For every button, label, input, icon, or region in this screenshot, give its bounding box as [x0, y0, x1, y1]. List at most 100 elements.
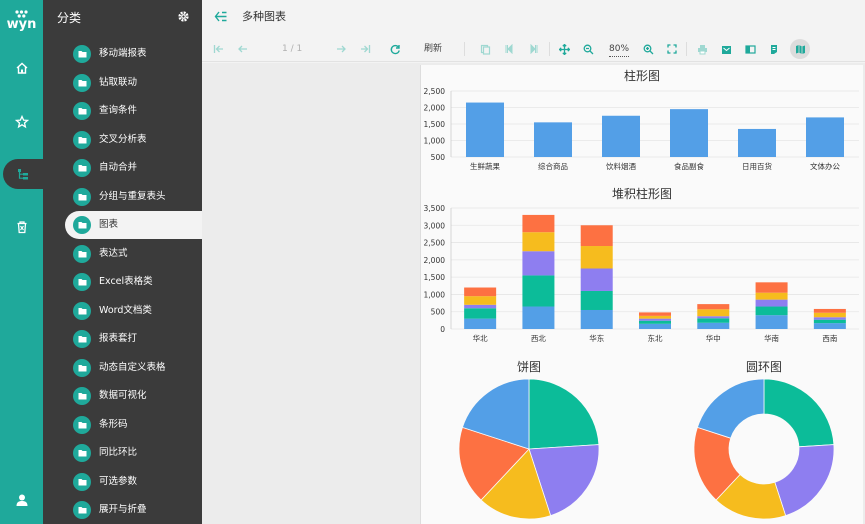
star-icon	[14, 115, 29, 129]
category-label: Excel表格类	[99, 276, 153, 287]
app-rail: wyn	[0, 0, 43, 524]
stacked-chart-y-tick: 1,500	[424, 273, 446, 282]
stacked-chart-segment	[755, 299, 788, 307]
category-item[interactable]: 分组与重复表头	[43, 183, 202, 211]
category-item[interactable]: 表达式	[43, 240, 202, 268]
toolbar-divider	[686, 42, 687, 56]
map-icon	[795, 44, 805, 54]
folder-icon	[73, 358, 91, 377]
category-label: 数据可视化	[99, 390, 147, 401]
category-label: 同比环比	[99, 447, 138, 458]
zoom-in-button[interactable]	[640, 41, 656, 57]
category-item[interactable]: 条形码	[43, 411, 202, 439]
folder-icon	[73, 415, 91, 434]
rail-favorites[interactable]	[0, 107, 43, 137]
category-item[interactable]: 查询条件	[43, 97, 202, 125]
copy-button[interactable]	[477, 41, 493, 57]
document-map-button[interactable]	[766, 41, 782, 57]
category-label: 报表套打	[99, 333, 138, 344]
gear-icon[interactable]	[177, 10, 190, 23]
category-item[interactable]: 移动端报表	[43, 40, 202, 68]
stacked-chart-segment	[697, 322, 730, 329]
stacked-chart-segment	[697, 318, 730, 323]
prev-page-button[interactable]	[234, 41, 250, 57]
category-tree-icon	[18, 169, 28, 180]
last-page-button[interactable]	[357, 41, 373, 57]
stacked-chart-segment	[813, 312, 846, 318]
fullscreen-button[interactable]	[664, 41, 680, 57]
category-item[interactable]: Excel表格类	[43, 268, 202, 296]
category-item[interactable]: 数据可视化	[43, 382, 202, 410]
bar-chart-x-tick: 饮料烟酒	[606, 161, 636, 171]
category-item[interactable]: 报表套打	[43, 325, 202, 353]
category-label: 可选参数	[99, 475, 138, 487]
refresh-icon-button[interactable]	[387, 41, 403, 57]
step-forward-button[interactable]	[525, 41, 541, 57]
stacked-chart-segment	[755, 282, 788, 293]
stacked-chart-segment	[522, 306, 555, 329]
bar-chart-y-tick: 2,000	[424, 104, 446, 113]
pie-chart-title: 饼图	[517, 360, 541, 374]
rail-home[interactable]	[0, 53, 43, 83]
stacked-chart-x-tick: 西北	[531, 334, 546, 343]
stacked-chart-y-tick: 500	[431, 308, 446, 317]
toolbar-divider	[549, 42, 550, 56]
category-label: 图表	[99, 219, 119, 230]
wyn-logo[interactable]: wyn	[5, 8, 38, 34]
zoom-out-button[interactable]	[580, 41, 596, 57]
stacked-chart-segment	[464, 304, 497, 309]
folder-icon	[73, 45, 91, 63]
category-item[interactable]: 钻取联动	[43, 69, 202, 97]
category-item[interactable]: 展开与折叠	[43, 496, 202, 524]
bar-chart-bar	[534, 122, 572, 157]
category-item[interactable]: 同比环比	[43, 439, 202, 467]
category-label: 表达式	[99, 247, 128, 259]
side-panel-button[interactable]	[742, 41, 758, 57]
pan-button[interactable]	[556, 41, 572, 57]
stacked-chart-y-tick: 1,000	[424, 290, 446, 299]
bar-chart-bar	[806, 117, 844, 157]
stacked-chart-segment	[697, 316, 730, 319]
zoom-level[interactable]: 80%	[609, 42, 630, 57]
collapse-panel-icon[interactable]	[214, 10, 228, 23]
move-icon	[558, 43, 570, 55]
export-button[interactable]	[718, 41, 734, 57]
bar-chart-bar	[602, 115, 640, 157]
parameters-button[interactable]	[790, 39, 810, 59]
folder-icon	[73, 102, 91, 120]
stacked-chart-segment	[464, 296, 497, 305]
category-label: 展开与折叠	[99, 504, 147, 515]
charts-canvas: 柱形图 500 1,000 1,500 2,000 2,500 生鲜蔬果 综合商品 饮料烟酒 食品…	[424, 68, 859, 520]
home-icon	[16, 62, 27, 74]
category-label: 查询条件	[99, 105, 138, 116]
stacked-chart-segment	[522, 251, 555, 276]
category-item[interactable]: 图表	[65, 211, 202, 239]
rail-categories[interactable]	[3, 159, 43, 189]
rail-recycle-bin[interactable]	[0, 212, 43, 242]
bar-chart-y-tick: 2,500	[424, 87, 446, 96]
first-page-button[interactable]	[210, 41, 226, 57]
category-item[interactable]: 可选参数	[43, 468, 202, 496]
stacked-chart-segment	[522, 214, 555, 233]
print-button[interactable]	[694, 41, 710, 57]
refresh-button[interactable]: 刷新	[424, 36, 442, 62]
stacked-chart-segment	[755, 292, 788, 300]
category-item[interactable]: 自动合并	[43, 154, 202, 182]
category-label: 交叉分析表	[99, 133, 147, 145]
folder-icon	[73, 273, 91, 291]
step-back-button[interactable]	[501, 41, 517, 57]
category-item[interactable]: 动态自定义表格	[43, 354, 202, 382]
category-label: 自动合并	[99, 162, 138, 173]
category-label: 钻取联动	[99, 76, 138, 88]
folder-icon	[73, 216, 91, 234]
bar-chart-x-tick: 食品副食	[674, 161, 704, 171]
rail-user[interactable]	[0, 485, 43, 515]
stacked-chart-segment	[813, 317, 846, 320]
next-page-button[interactable]	[333, 41, 349, 57]
category-item[interactable]: Word文档类	[43, 297, 202, 325]
stacked-chart-segment	[813, 319, 846, 324]
stacked-chart-segment	[580, 246, 613, 269]
category-item[interactable]: 交叉分析表	[43, 126, 202, 154]
bar-chart-bar	[738, 128, 776, 157]
bar-chart-bar	[670, 109, 708, 157]
